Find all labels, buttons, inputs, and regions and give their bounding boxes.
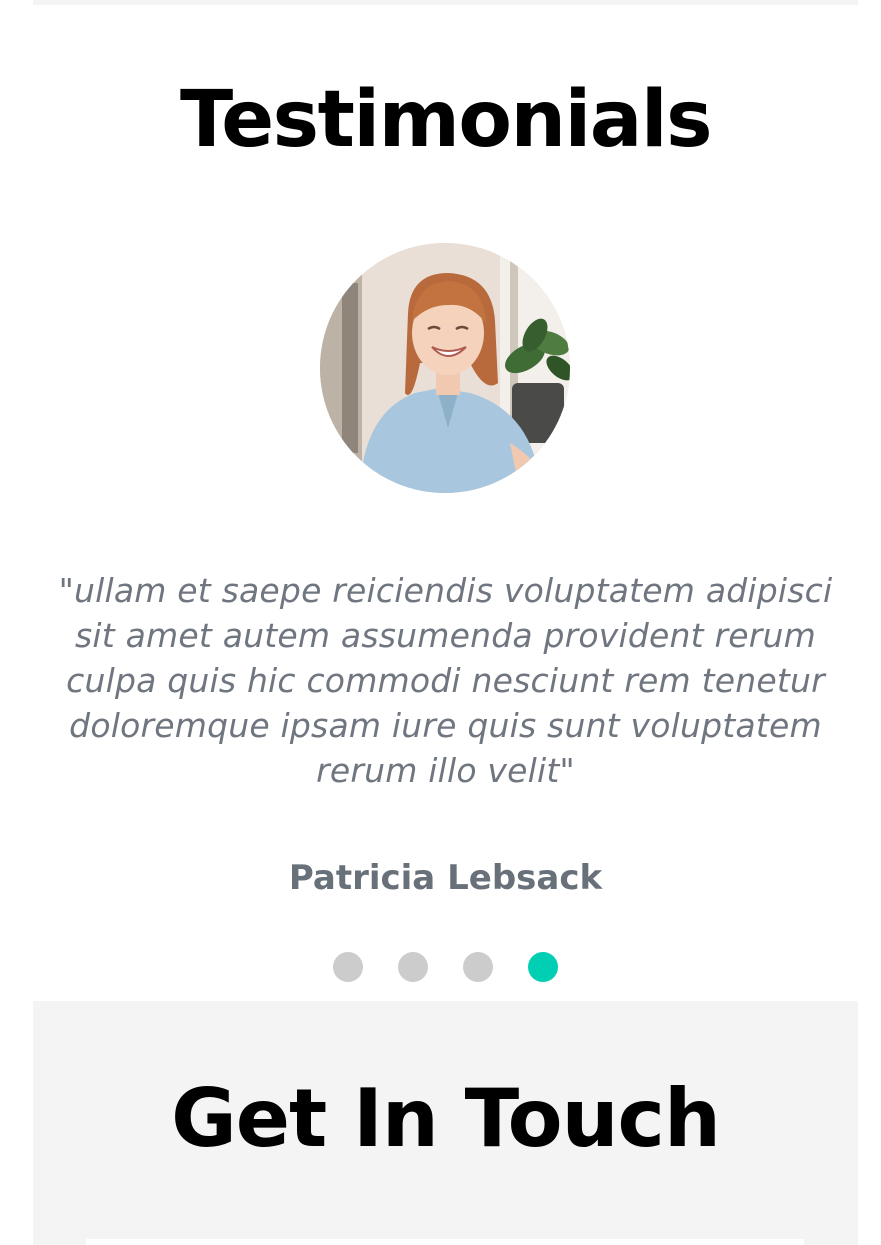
carousel-dot-3[interactable]: [463, 952, 493, 982]
avatar-photo: [320, 243, 570, 493]
testimonial-avatar: [320, 243, 570, 493]
carousel-pagination: [33, 952, 858, 982]
testimonial-quote: "ullam et saepe reiciendis voluptatem ad…: [58, 571, 833, 790]
contact-title: Get In Touch: [171, 1072, 721, 1165]
testimonials-title: Testimonials: [179, 75, 713, 165]
contact-section: Get In Touch: [33, 1001, 858, 1245]
contact-form-edge: [86, 1239, 804, 1245]
carousel-dot-4-active[interactable]: [528, 952, 558, 982]
carousel-dot-1[interactable]: [333, 952, 363, 982]
page: Testimonials "ullam et saepe reiciendis …: [0, 0, 881, 1245]
testimonial-author: Patricia Lebsack: [288, 858, 603, 898]
testimonials-section: Testimonials "ullam et saepe reiciendis …: [33, 5, 858, 1001]
carousel-dot-2[interactable]: [398, 952, 428, 982]
